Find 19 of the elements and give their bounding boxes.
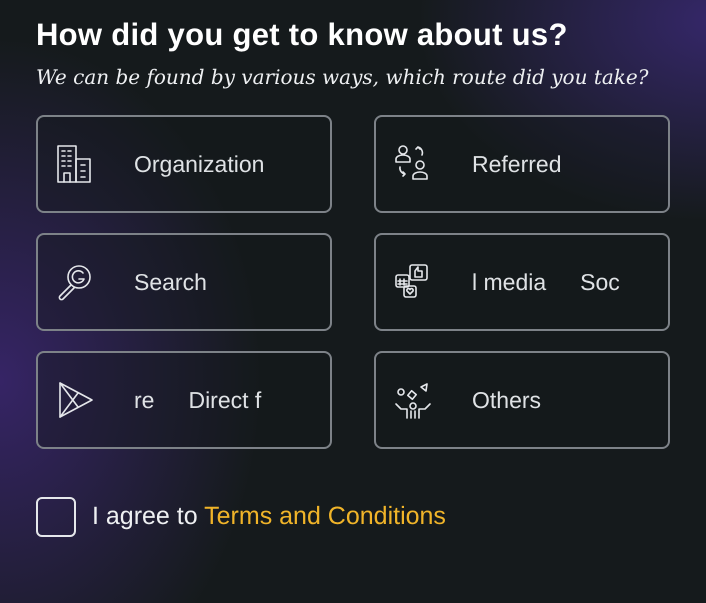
option-label: Search bbox=[134, 268, 207, 296]
option-label: Referred bbox=[472, 150, 562, 178]
option-label: Direct f bbox=[188, 386, 262, 414]
option-card[interactable]: Others bbox=[374, 350, 670, 449]
terms-link[interactable]: Terms and Conditions bbox=[204, 502, 446, 530]
option-card[interactable]: Search bbox=[36, 232, 332, 331]
agree-checkbox[interactable] bbox=[36, 496, 76, 537]
option-card[interactable]: Organization bbox=[36, 114, 332, 213]
option-card[interactable]: Referred bbox=[374, 114, 670, 213]
agreement-text: I agree to Terms and Conditions bbox=[92, 501, 446, 532]
page-subtitle: We can be found by various ways, which route did you take? bbox=[36, 64, 650, 91]
option-card[interactable]: re Direct f bbox=[36, 350, 332, 449]
page-title: How did you get to know about us? bbox=[36, 16, 569, 54]
option-label: re bbox=[134, 386, 154, 414]
option-label: Soc bbox=[580, 268, 620, 296]
option-card[interactable]: l media Soc bbox=[374, 232, 670, 331]
option-label: Others bbox=[472, 386, 542, 414]
option-label: Organization bbox=[134, 150, 264, 179]
option-label: l media bbox=[472, 268, 546, 296]
